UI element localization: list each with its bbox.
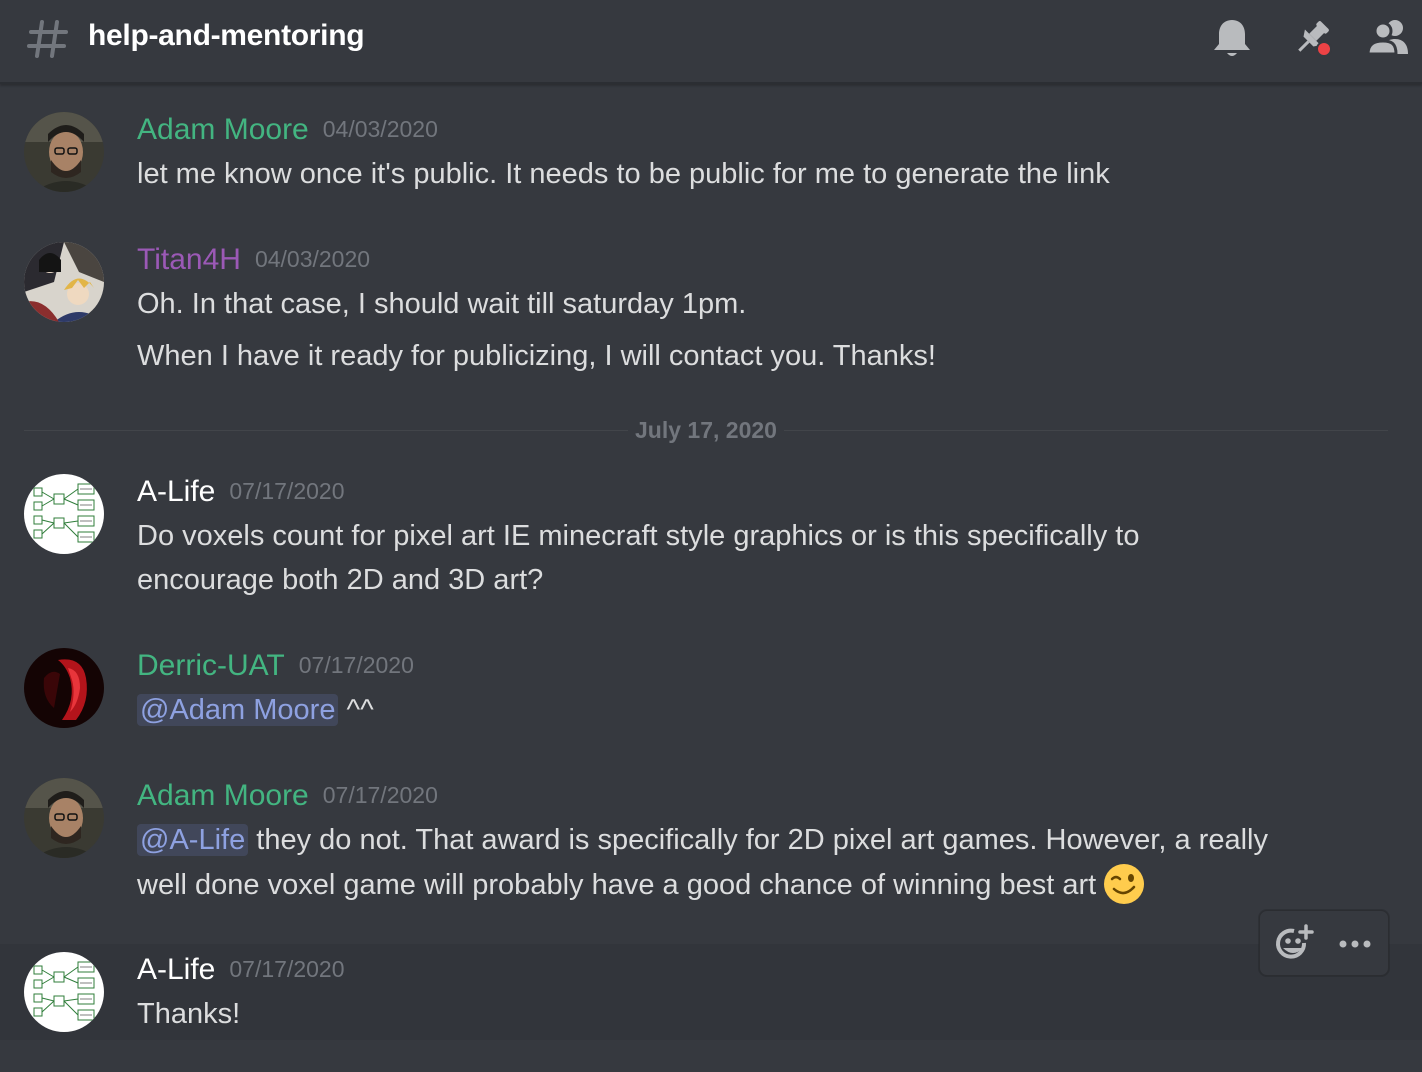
timestamp: 07/17/2020 <box>298 652 414 678</box>
message-text: Oh. In that case, I should wait till sat… <box>137 288 747 320</box>
message-text: encourage both 2D and 3D art? <box>137 564 544 596</box>
message-text: When I have it ready for publicizing, I … <box>137 340 936 372</box>
more-options-icon[interactable] <box>1334 923 1376 965</box>
author-name[interactable]: Adam Moore <box>137 113 309 146</box>
message-text-rest: ^^ <box>338 694 374 726</box>
channel-name: help-and-mentoring <box>88 19 365 52</box>
members-icon[interactable] <box>1364 14 1412 62</box>
timestamp: 04/03/2020 <box>322 116 438 142</box>
timestamp: 04/03/2020 <box>254 246 371 272</box>
pin-icon[interactable] <box>1288 14 1336 62</box>
author-name[interactable]: A-Life <box>137 475 215 508</box>
avatar-a-life[interactable] <box>24 952 104 1032</box>
author-name[interactable]: Titan4H <box>137 243 241 276</box>
user-mention[interactable]: @A-Life <box>137 824 249 856</box>
message-action-toolbar <box>1259 910 1389 976</box>
hash-icon <box>27 20 68 58</box>
avatar-derric-uat[interactable] <box>24 648 104 728</box>
message-text: Thanks! <box>137 998 241 1030</box>
avatar-adam-moore[interactable] <box>24 778 104 858</box>
bell-icon[interactable] <box>1208 14 1256 62</box>
message-text-line2: well done voxel game will probably have … <box>137 869 1097 901</box>
message-header: Adam Moore 07/17/2020 <box>137 778 438 814</box>
winking-face-emoji[interactable] <box>1102 862 1146 906</box>
add-reaction-icon[interactable] <box>1274 923 1316 965</box>
message-header: Derric-UAT 07/17/2020 <box>137 648 414 684</box>
author-name[interactable]: A-Life <box>137 953 215 986</box>
timestamp: 07/17/2020 <box>229 956 345 982</box>
timestamp: 07/17/2020 <box>229 478 345 504</box>
message-text-rest: they do not. That award is specifically … <box>248 824 1268 856</box>
timestamp: 07/17/2020 <box>322 782 438 808</box>
message-header: A-Life 07/17/2020 <box>137 474 345 510</box>
message-header: Adam Moore 04/03/2020 <box>137 112 438 148</box>
user-mention[interactable]: @Adam Moore <box>137 694 339 726</box>
avatar-adam-moore[interactable] <box>24 112 104 192</box>
message-header: A-Life 07/17/2020 <box>137 952 345 988</box>
date-divider-label: July 17, 2020 <box>628 414 784 446</box>
message-header: Titan4H 04/03/2020 <box>137 242 370 278</box>
message-text: @Adam Moore ^^ <box>137 688 1337 732</box>
author-name[interactable]: Adam Moore <box>137 779 309 812</box>
avatar-a-life[interactable] <box>24 474 104 554</box>
author-name[interactable]: Derric-UAT <box>137 649 285 682</box>
message-text: let me know once it's public. It needs t… <box>137 158 1110 190</box>
message-text: @A-Life they do not. That award is speci… <box>137 818 1337 862</box>
avatar-titan4h[interactable] <box>24 242 104 322</box>
message-text: well done voxel game will probably have … <box>137 862 1337 907</box>
channel-header: help-and-mentoring <box>0 0 1422 84</box>
message-text: Do voxels count for pixel art IE minecra… <box>137 520 1140 552</box>
